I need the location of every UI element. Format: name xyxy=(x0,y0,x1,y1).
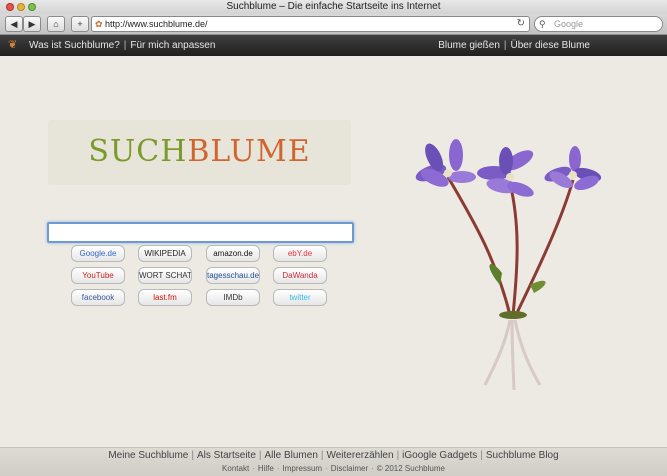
footer-links-primary: Meine Suchblume | Als Startseite | Alle Blum… xyxy=(0,449,667,463)
browser-toolbar: ◀ ▶ ⌂ + ✿ http://www.suchblume.de/ ↻ ⚲ G… xyxy=(0,14,667,35)
footer-link--2012-suchblume[interactable]: © 2012 Suchblume xyxy=(377,464,445,473)
quicklink-imdb[interactable]: IMDb xyxy=(206,289,260,306)
logo-part-blume: BLUME xyxy=(187,134,311,169)
quicklink-wikipedia[interactable]: WIKIPEDIA xyxy=(138,245,192,262)
footer-separator: | xyxy=(258,450,262,461)
footer-separator: · xyxy=(252,464,255,473)
footer-link-suchblume-blog[interactable]: Suchblume Blog xyxy=(486,450,559,461)
nav-link-fuer-mich-anpassen[interactable]: Für mich anpassen xyxy=(130,40,215,51)
favicon-icon: ✿ xyxy=(95,19,103,29)
quicklink-tagesschau-de[interactable]: tagesschau.de xyxy=(206,267,260,284)
address-bar[interactable]: ✿ http://www.suchblume.de/ ↻ xyxy=(91,16,530,32)
quicklink-facebook[interactable]: facebook xyxy=(71,289,125,306)
footer-links-secondary: Kontakt · Hilfe · Impressum · Disclaimer · © 201… xyxy=(0,463,667,474)
footer-separator: | xyxy=(396,450,400,461)
quicklink-twitter[interactable]: twitter xyxy=(273,289,327,306)
footer-separator: | xyxy=(191,450,194,461)
footer-link-meine-suchblume[interactable]: Meine Suchblume xyxy=(108,450,188,461)
reload-icon[interactable]: ↻ xyxy=(517,17,525,31)
quicklink-dawanda[interactable]: DaWanda xyxy=(273,267,327,284)
footer-link-hilfe[interactable]: Hilfe xyxy=(258,464,274,473)
flower-logo-icon: ❦ xyxy=(8,39,18,51)
browser-search-field[interactable]: ⚲ Google xyxy=(534,16,663,32)
site-navbar: ❦ Was ist Suchblume? | Für mich anpassen B… xyxy=(0,35,667,56)
nav-link-was-ist-suchblume[interactable]: Was ist Suchblume? xyxy=(29,40,120,51)
quicklink-eby-de[interactable]: ebY.de xyxy=(273,245,327,262)
back-arrow-icon: ◀ xyxy=(10,19,18,29)
back-button[interactable]: ◀ xyxy=(5,16,23,32)
url-text: http://www.suchblume.de/ xyxy=(105,19,208,29)
quicklink-last-fm[interactable]: last.fm xyxy=(138,289,192,306)
nav-link-blume-giessen[interactable]: Blume gießen xyxy=(438,40,500,51)
footer-link-igoogle-gadgets[interactable]: iGoogle Gadgets xyxy=(402,450,477,461)
window-titlebar: Suchblume – Die einfache Startseite ins … xyxy=(0,0,667,14)
footer-separator: · xyxy=(325,464,328,473)
forward-arrow-icon: ▶ xyxy=(28,19,36,29)
footer-separator: · xyxy=(276,464,280,473)
footer-link-disclaimer[interactable]: Disclaimer xyxy=(331,464,368,473)
quicklink-wort-schatz[interactable]: WORT SCHATZ xyxy=(138,267,192,284)
footer-separator: | xyxy=(480,450,483,461)
quicklink-youtube[interactable]: YouTube xyxy=(71,267,125,284)
add-bookmark-button[interactable]: + xyxy=(71,16,89,32)
plus-icon: + xyxy=(77,19,83,29)
search-icon: ⚲ xyxy=(539,19,546,29)
suchblume-logo: SUCHBLUME xyxy=(48,120,351,185)
footer-link-impressum[interactable]: Impressum xyxy=(283,464,323,473)
nav-right: Blume gießen | Über diese Blume xyxy=(438,40,590,51)
search-placeholder: Google xyxy=(554,19,584,29)
nav-left: Was ist Suchblume? | Für mich anpassen xyxy=(29,40,216,51)
footer-link-kontakt[interactable]: Kontakt xyxy=(222,464,249,473)
main-search-input[interactable] xyxy=(47,222,354,243)
page-footer: Meine Suchblume | Als Startseite | Alle Blum… xyxy=(0,447,667,476)
quicklink-amazon-de[interactable]: amazon.de xyxy=(206,245,260,262)
quicklink-google-de[interactable]: Google.de xyxy=(71,245,125,262)
window-title: Suchblume – Die einfache Startseite ins … xyxy=(226,1,441,12)
footer-link-weitererz-hlen[interactable]: Weitererzählen xyxy=(326,450,393,461)
footer-link-als-startseite[interactable]: Als Startseite xyxy=(197,450,256,461)
flower-illustration xyxy=(415,139,602,391)
logo-part-such: SUCH xyxy=(88,134,188,169)
footer-separator: · xyxy=(371,464,374,473)
home-button[interactable]: ⌂ xyxy=(47,16,65,32)
home-icon: ⌂ xyxy=(53,19,59,29)
nav-link-ueber-diese-blume[interactable]: Über diese Blume xyxy=(511,40,590,51)
footer-link-alle-blumen[interactable]: Alle Blumen xyxy=(265,450,318,461)
forward-button[interactable]: ▶ xyxy=(23,16,41,32)
